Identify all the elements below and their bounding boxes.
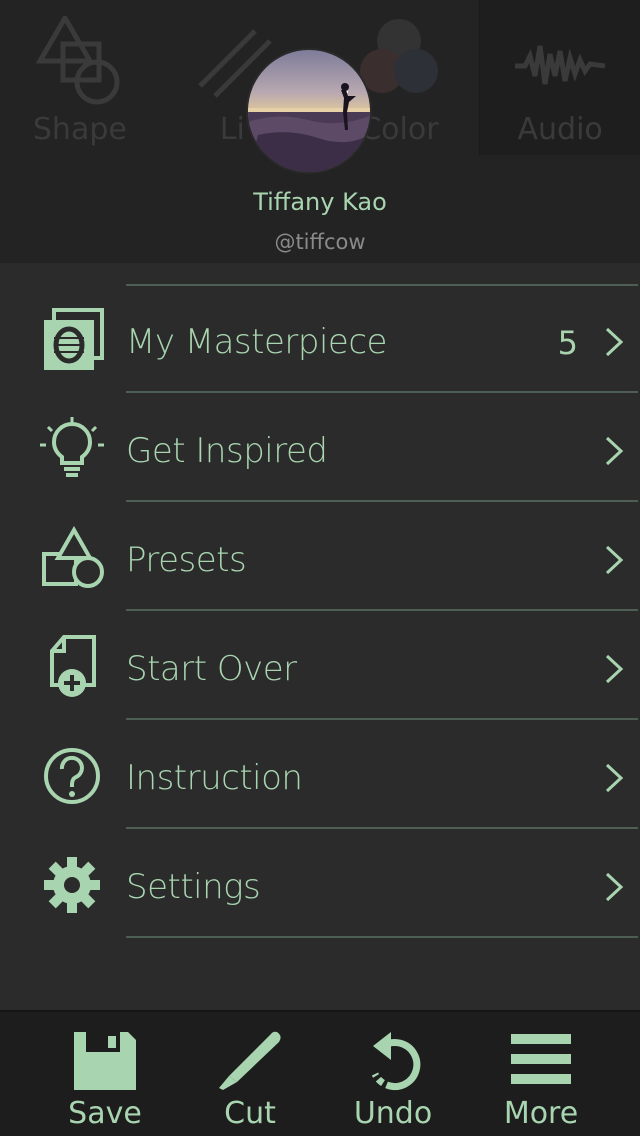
menu-item-label: Instruction — [126, 758, 303, 798]
presets-shapes-icon — [42, 526, 104, 588]
gear-icon — [44, 857, 100, 913]
undo-button[interactable]: Undo — [328, 1012, 458, 1136]
menu-item-settings[interactable]: Settings — [0, 829, 640, 938]
menu-item-label: Settings — [126, 867, 261, 907]
avatar[interactable] — [248, 50, 370, 172]
chevron-right-icon — [605, 545, 624, 575]
chevron-right-icon — [605, 763, 624, 793]
chevron-right-icon — [605, 436, 624, 466]
divider — [126, 936, 638, 938]
menu-item-my-masterpiece[interactable]: My Masterpiece 5 — [0, 284, 640, 393]
menu-item-label: Presets — [126, 540, 247, 580]
bg-tool-audio: Audio — [479, 0, 640, 155]
audio-waveform-icon — [515, 45, 606, 85]
user-handle: @tiffcow — [274, 230, 366, 254]
side-menu: My Masterpiece 5 Get Inspired Presets St… — [0, 284, 640, 938]
help-circle-icon — [44, 748, 100, 804]
more-label: More — [503, 1096, 579, 1131]
chevron-right-icon — [605, 327, 624, 357]
chevron-right-icon — [605, 654, 624, 684]
bg-tool-label: Shape — [32, 112, 127, 147]
undo-label: Undo — [353, 1096, 433, 1131]
masterpiece-count: 5 — [557, 324, 578, 362]
menu-lines-icon — [511, 1034, 571, 1084]
new-document-icon — [50, 635, 96, 697]
menu-item-start-over[interactable]: Start Over — [0, 611, 640, 720]
more-button[interactable]: More — [476, 1012, 606, 1136]
cut-label: Cut — [224, 1096, 276, 1131]
bottom-toolbar: Save Cut Undo More — [0, 1010, 640, 1136]
avatar-photo — [248, 83, 370, 172]
color-icon — [360, 19, 439, 93]
shape-icon — [35, 16, 120, 105]
chevron-right-icon — [605, 872, 624, 902]
save-button[interactable]: Save — [40, 1012, 170, 1136]
save-label: Save — [68, 1096, 142, 1131]
menu-item-label: Start Over — [126, 649, 297, 689]
bg-tool-shape: Shape — [0, 0, 160, 155]
menu-item-label: My Masterpiece — [126, 322, 387, 362]
knife-icon — [219, 1031, 281, 1090]
cut-button[interactable]: Cut — [185, 1012, 315, 1136]
save-icon — [74, 1032, 136, 1090]
menu-item-label: Get Inspired — [126, 431, 328, 471]
user-name: Tiffany Kao — [253, 188, 387, 216]
menu-item-presets[interactable]: Presets — [0, 502, 640, 611]
bg-tool-label: Audio — [517, 112, 603, 147]
undo-icon — [371, 1032, 421, 1090]
masterpiece-icon — [44, 308, 104, 370]
menu-item-get-inspired[interactable]: Get Inspired — [0, 393, 640, 502]
lightbulb-icon — [40, 417, 104, 477]
menu-item-instruction[interactable]: Instruction — [0, 720, 640, 829]
